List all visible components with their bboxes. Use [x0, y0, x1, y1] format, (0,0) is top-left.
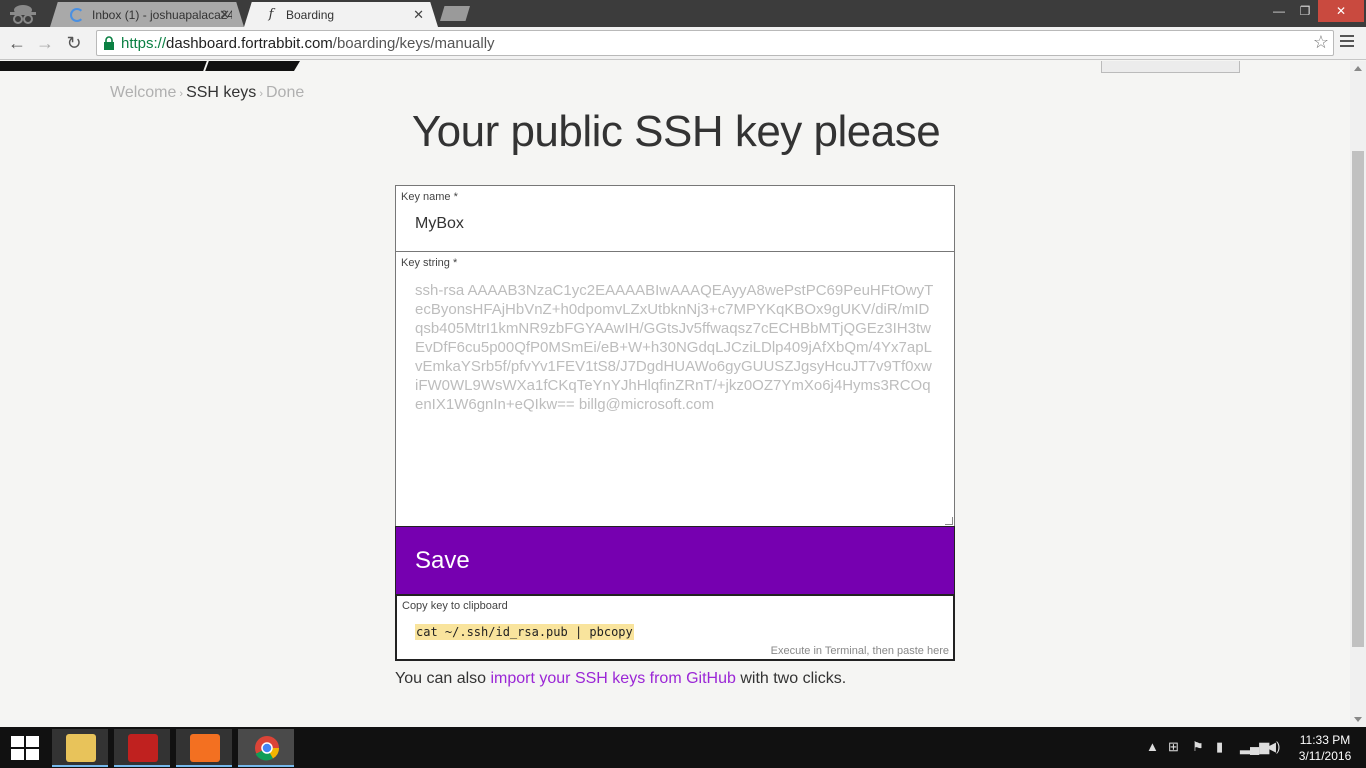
chrome-menu-icon[interactable] — [1340, 35, 1354, 50]
volume-icon[interactable]: ◀) — [1266, 739, 1280, 755]
scroll-up-icon[interactable] — [1354, 66, 1362, 71]
xampp-icon — [190, 734, 220, 762]
lock-icon — [104, 36, 114, 50]
close-icon[interactable]: ✕ — [219, 7, 230, 23]
key-string-field[interactable]: Key string * ssh-rsa AAAAB3NzaC1yc2EAAAA… — [395, 251, 955, 527]
copy-key-label: Copy key to clipboard — [402, 600, 508, 612]
github-import-text: You can also import your SSH keys from G… — [395, 670, 847, 687]
tab-title: Inbox (1) - joshuapalaca24 — [92, 7, 232, 22]
scroll-down-icon[interactable] — [1354, 717, 1362, 722]
fortrabbit-favicon-icon: f — [268, 7, 274, 22]
page-title: Your public SSH key please — [411, 107, 941, 156]
taskbar-file-explorer[interactable] — [52, 729, 108, 767]
new-tab-button[interactable] — [440, 6, 470, 21]
key-name-label: Key name * — [401, 191, 458, 203]
reload-icon[interactable]: ↻ — [63, 32, 85, 54]
address-bar[interactable]: https://dashboard.fortrabbit.com/boardin… — [96, 30, 1334, 56]
minimize-button[interactable]: — — [1266, 0, 1292, 22]
copy-command[interactable]: cat ~/.ssh/id_rsa.pub | pbcopy — [415, 624, 634, 640]
page-scrollbar[interactable] — [1350, 61, 1366, 727]
windows-taskbar: ▲ ⊞ ⚑ ▮ ▂▄▆ ◀) 11:33 PM 3/11/2016 — [0, 727, 1366, 768]
taskbar-chrome[interactable] — [238, 729, 294, 767]
clock[interactable]: 11:33 PM 3/11/2016 — [1290, 732, 1360, 764]
browser-toolbar: ← → ↻ https://dashboard.fortrabbit.com/b… — [0, 27, 1366, 60]
tab-inbox[interactable]: Inbox (1) - joshuapalaca24 ✕ — [50, 2, 244, 27]
resize-handle-icon[interactable] — [945, 517, 953, 525]
breadcrumb-welcome[interactable]: Welcome — [110, 84, 176, 101]
header-button-fragment[interactable] — [1101, 61, 1240, 73]
save-button[interactable]: Save — [395, 526, 955, 595]
copy-hint: Execute in Terminal, then paste here — [770, 645, 949, 657]
loading-spinner-icon — [70, 7, 84, 22]
breadcrumb: Welcome › SSH keys › Done — [110, 84, 305, 101]
github-import-link[interactable]: import your SSH keys from GitHub — [490, 670, 735, 687]
tab-title: Boarding — [286, 7, 335, 22]
tab-boarding[interactable]: f Boarding ✕ — [244, 2, 438, 27]
taskbar-xampp[interactable] — [176, 729, 232, 767]
maximize-button[interactable]: ❐ — [1292, 0, 1318, 22]
browser-tabstrip: Inbox (1) - joshuapalaca24 ✕ f Boarding … — [0, 0, 1366, 27]
key-name-field[interactable]: Key name * MyBox — [395, 185, 955, 252]
taskbar-app-red[interactable] — [114, 729, 170, 767]
back-arrow-icon[interactable]: ← — [6, 32, 28, 54]
folder-icon — [66, 734, 96, 762]
window-close-button[interactable]: ✕ — [1318, 0, 1364, 22]
bookmark-star-icon[interactable]: ☆ — [1313, 32, 1329, 53]
key-name-input[interactable]: MyBox — [415, 215, 464, 233]
url-text: https://dashboard.fortrabbit.com/boardin… — [121, 35, 495, 52]
network-icon[interactable]: ▂▄▆ — [1240, 739, 1269, 755]
app-icon — [128, 734, 158, 762]
tray-expand-icon[interactable]: ▲ — [1146, 739, 1159, 754]
key-string-textarea[interactable]: ssh-rsa AAAAB3NzaC1yc2EAAAABIwAAAQEAyyA8… — [415, 281, 935, 414]
page-content: Welcome › SSH keys › Done Your public SSH ke… — [0, 61, 1350, 727]
breadcrumb-done: Done — [265, 84, 305, 101]
key-string-label: Key string * — [401, 257, 458, 269]
scroll-thumb[interactable] — [1352, 151, 1364, 647]
close-icon[interactable]: ✕ — [413, 7, 424, 23]
forward-arrow-icon[interactable]: → — [34, 32, 56, 54]
site-header-fragment — [0, 61, 300, 71]
action-center-icon[interactable]: ⚑ — [1192, 739, 1204, 755]
windows-logo-icon[interactable]: ⊞ — [1168, 739, 1179, 755]
breadcrumb-ssh-keys: SSH keys — [186, 84, 257, 101]
incognito-icon — [10, 5, 36, 24]
copy-key-box: Copy key to clipboard cat ~/.ssh/id_rsa.… — [395, 594, 955, 661]
power-icon[interactable]: ▮ — [1216, 739, 1223, 755]
windows-start-icon[interactable] — [11, 736, 39, 760]
chrome-icon — [255, 736, 279, 761]
